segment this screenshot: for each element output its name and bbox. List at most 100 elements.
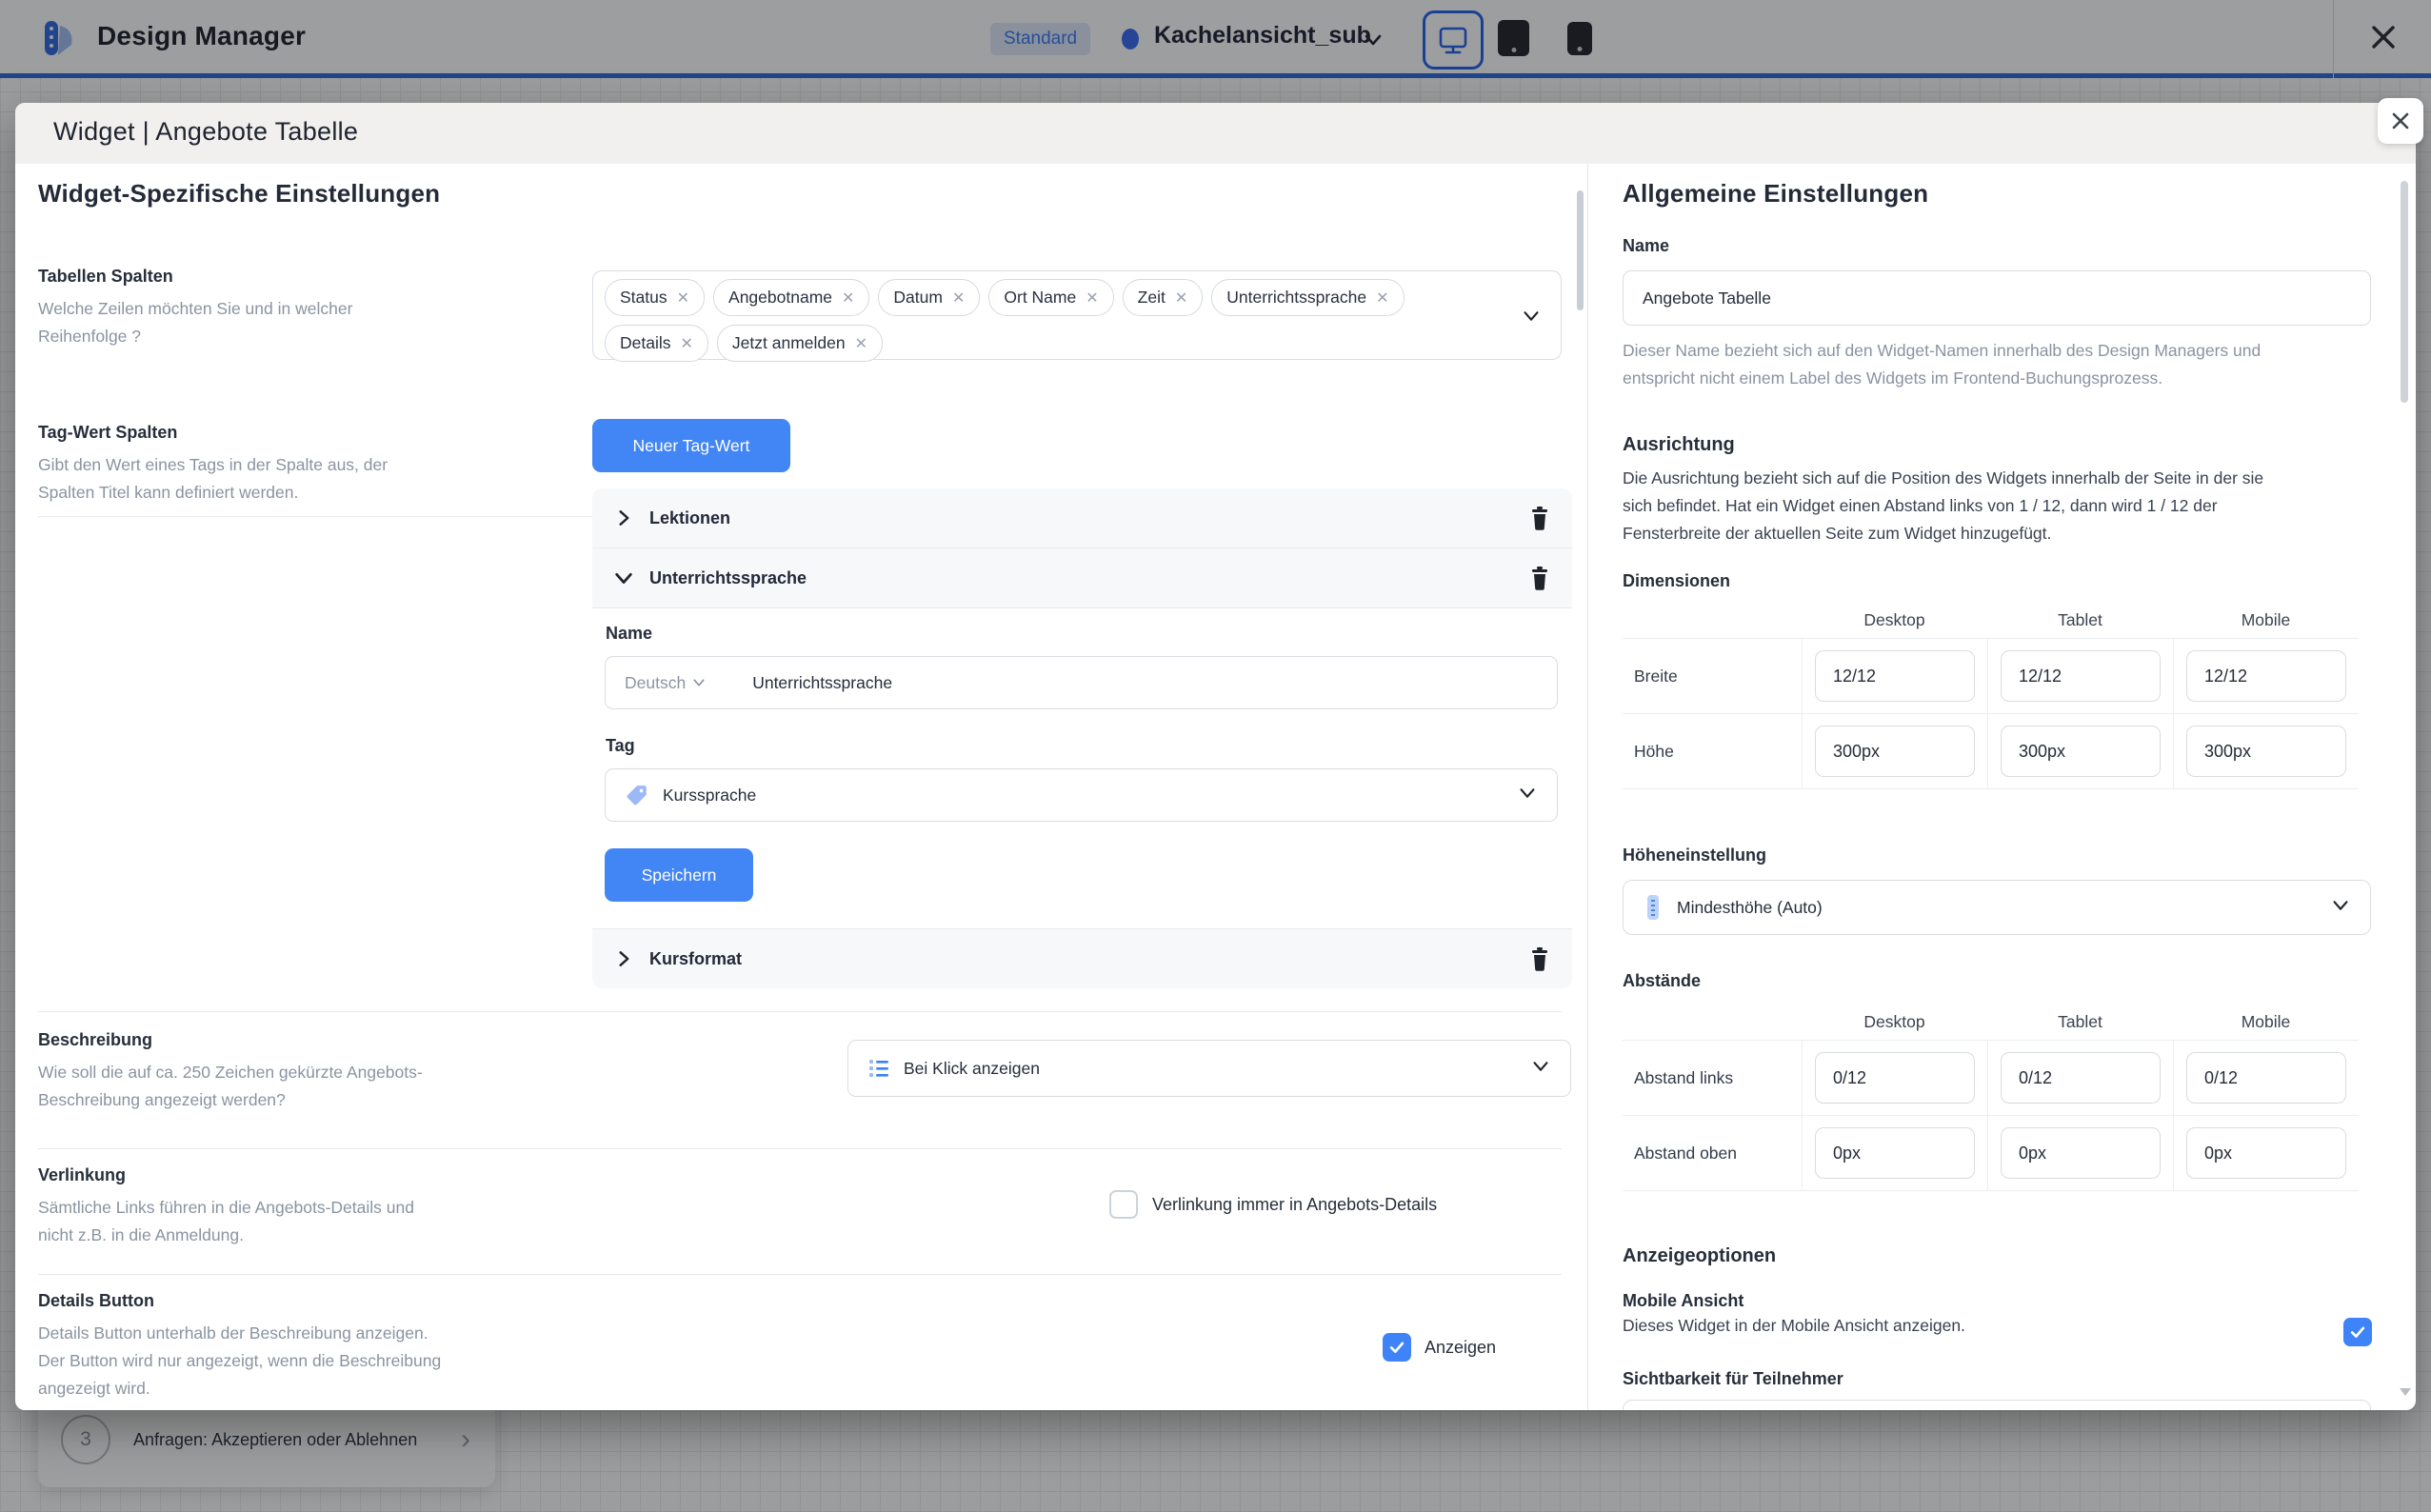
trash-icon[interactable] (1528, 946, 1551, 971)
trash-icon[interactable] (1528, 566, 1551, 590)
chip-jetzt-anmelden[interactable]: Jetzt anmelden ✕ (717, 325, 883, 362)
widget-settings-modal: Widget | Angebote Tabelle Widget-Spezifi… (15, 103, 2416, 1410)
tabellen-spalten-multiselect[interactable]: Status ✕ Angebotname✕ Datum ✕ Ort Name ✕ Ze… (592, 270, 1562, 360)
chip-remove-icon[interactable]: ✕ (952, 288, 965, 308)
accordion-item-kursformat[interactable]: Kursformat (592, 929, 1572, 988)
chip-label: Ort Name (1004, 288, 1076, 308)
dimensionen-table: Desktop Tablet Mobile Breite Höhe (1623, 602, 2359, 789)
right-scrollbar-thumb[interactable] (2401, 181, 2408, 403)
speichern-button[interactable]: Speichern (605, 848, 753, 902)
widget-name-input[interactable] (1623, 270, 2371, 326)
chip-remove-icon[interactable]: ✕ (1376, 288, 1388, 308)
chip-ort-name[interactable]: Ort Name ✕ (988, 279, 1113, 316)
column-header: Desktop (1802, 1012, 1987, 1032)
left-scrollbar-thumb[interactable] (1577, 190, 1584, 310)
table-row-abstand-oben: Abstand oben (1623, 1115, 2359, 1191)
sichtbarkeit-title: Sichtbarkeit für Teilnehmer (1623, 1369, 1843, 1389)
ausrichtung-title: Ausrichtung (1623, 434, 1735, 456)
verlinkung-checkbox[interactable] (1109, 1190, 1138, 1219)
abstaende-table: Desktop Tablet Mobile Abstand links Abst… (1623, 1004, 2359, 1191)
accordion-item-unterrichtssprache[interactable]: Unterrichtssprache (592, 548, 1572, 608)
details-button-description: Details Button unterhalb der Beschreibun… (38, 1320, 448, 1403)
details-button-title: Details Button (38, 1291, 154, 1311)
chip-remove-icon[interactable]: ✕ (1086, 288, 1098, 308)
hoeheneinstellung-label: Höheneinstellung (1623, 846, 1766, 865)
hoehe-desktop-input[interactable] (1815, 726, 1975, 777)
verlinkung-checkbox-label: Verlinkung immer in Angebots-Details (1152, 1195, 1437, 1215)
widget-settings-column: Widget-Spezifische Einstellungen Tabelle… (15, 164, 1587, 1410)
tag-select[interactable]: Kurssprache (605, 768, 1558, 822)
abstand-oben-mobile-input[interactable] (2186, 1127, 2346, 1179)
chip-status[interactable]: Status ✕ (605, 279, 705, 316)
chip-unterrichtssprache[interactable]: Unterrichtssprache ✕ (1211, 279, 1404, 316)
verlinkung-description: Sämtliche Links führen in die Angebots-D… (38, 1194, 443, 1249)
hoeheneinstellung-select[interactable]: Mindesthöhe (Auto) (1623, 880, 2371, 935)
chip-angebotname[interactable]: Angebotname✕ (713, 279, 869, 316)
scrollbar-down-arrow-icon[interactable] (2400, 1388, 2411, 1396)
abstand-links-mobile-input[interactable] (2186, 1052, 2346, 1104)
dimensionen-title: Dimensionen (1623, 571, 1730, 591)
column-header: Tablet (1987, 610, 2173, 630)
anzeigen-checkbox[interactable] (1383, 1333, 1411, 1362)
abstand-oben-desktop-input[interactable] (1815, 1127, 1975, 1179)
abstand-links-desktop-input[interactable] (1815, 1052, 1975, 1104)
chip-remove-icon[interactable]: ✕ (855, 334, 867, 353)
chip-label: Jetzt anmelden (732, 333, 846, 353)
chip-label: Datum (893, 288, 943, 308)
language-selector[interactable]: Deutsch (625, 673, 707, 693)
chevron-down-icon (1517, 783, 1538, 808)
chip-details[interactable]: Details✕ (605, 325, 708, 362)
chevron-down-icon[interactable] (1521, 306, 1542, 331)
chip-zeit[interactable]: Zeit ✕ (1123, 279, 1204, 316)
modal-header: Widget | Angebote Tabelle (15, 103, 2416, 164)
table-row-breite: Breite (1623, 638, 2359, 713)
tag-wert-edit-panel: Name Deutsch Unterrichtssprache Tag K (592, 608, 1572, 929)
breite-tablet-input[interactable] (2001, 650, 2161, 702)
beschreibung-title: Beschreibung (38, 1030, 152, 1050)
ruler-icon (1643, 894, 1664, 921)
breite-desktop-input[interactable] (1815, 650, 1975, 702)
table-row-hoehe: Höhe (1623, 713, 2359, 789)
neuer-tag-wert-button[interactable]: Neuer Tag-Wert (592, 419, 790, 472)
breite-mobile-input[interactable] (2186, 650, 2346, 702)
chevron-down-icon (691, 675, 707, 690)
mobile-ansicht-checkbox[interactable] (2343, 1318, 2372, 1346)
column-header: Tablet (1987, 1012, 2173, 1032)
left-heading: Widget-Spezifische Einstellungen (38, 179, 440, 209)
abstand-oben-tablet-input[interactable] (2001, 1127, 2161, 1179)
tag-name-input[interactable]: Deutsch Unterrichtssprache (605, 656, 1558, 709)
abstand-links-tablet-input[interactable] (2001, 1052, 2161, 1104)
chip-remove-icon[interactable]: ✕ (842, 288, 854, 308)
trash-icon[interactable] (1528, 506, 1551, 530)
chip-label: Zeit (1138, 288, 1166, 308)
beschreibung-select[interactable]: Bei Klick anzeigen (847, 1040, 1571, 1097)
chip-datum[interactable]: Datum ✕ (878, 279, 980, 316)
beschreibung-select-value: Bei Klick anzeigen (904, 1059, 1040, 1079)
chip-remove-icon[interactable]: ✕ (1175, 288, 1187, 308)
tag-select-value: Kurssprache (663, 786, 756, 806)
chip-remove-icon[interactable]: ✕ (681, 334, 693, 353)
anzeigeoptionen-title: Anzeigeoptionen (1623, 1245, 1776, 1267)
beschreibung-description: Wie soll die auf ca. 250 Zeichen gekürzt… (38, 1059, 471, 1114)
verlinkung-title: Verlinkung (38, 1165, 126, 1185)
hoeheneinstellung-value: Mindesthöhe (Auto) (1677, 898, 1823, 918)
chip-label: Status (620, 288, 668, 308)
tag-wert-description: Gibt den Wert eines Tags in der Spalte a… (38, 451, 438, 507)
section-divider (38, 1148, 1562, 1149)
column-header: Desktop (1802, 610, 1987, 630)
sichtbarkeit-select[interactable] (1623, 1400, 2371, 1410)
modal-close-button[interactable] (2378, 98, 2423, 144)
screen: Design Manager Standard Kachelansicht_su… (0, 0, 2431, 1512)
tag-name-value: Unterrichtssprache (752, 673, 892, 693)
chip-remove-icon[interactable]: ✕ (677, 288, 689, 308)
list-icon (867, 1057, 890, 1080)
hoehe-tablet-input[interactable] (2001, 726, 2161, 777)
chip-label: Unterrichtssprache (1226, 288, 1366, 308)
accordion-item-lektionen[interactable]: Lektionen (592, 488, 1572, 548)
abstaende-table-header: Desktop Tablet Mobile (1623, 1004, 2359, 1040)
accordion-item-label: Kursformat (649, 949, 742, 969)
row-label: Abstand oben (1623, 1144, 1802, 1164)
accordion-item-label: Lektionen (649, 508, 730, 528)
hoehe-mobile-input[interactable] (2186, 726, 2346, 777)
abstaende-title: Abstände (1623, 971, 1701, 991)
